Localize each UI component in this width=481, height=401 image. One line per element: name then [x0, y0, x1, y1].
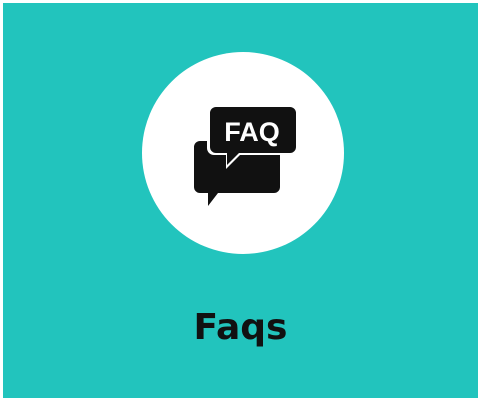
faq-chat-bubbles-icon: FAQ: [190, 101, 300, 209]
faqs-card[interactable]: FAQ Faqs: [3, 3, 478, 398]
card-title: Faqs: [193, 307, 288, 348]
faq-icon-label: FAQ: [224, 117, 280, 147]
